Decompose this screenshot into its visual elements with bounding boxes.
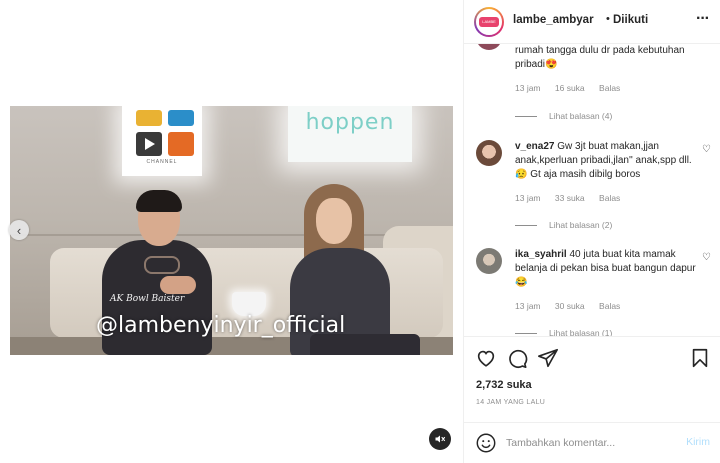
more-horizontal-icon[interactable]: ··· [696,10,710,28]
commenter-avatar[interactable] [476,44,502,50]
author-username[interactable]: lambe_ambyar [513,14,594,26]
comment-text: rumah tangga dulu dr pada kebutuhan prib… [515,45,685,70]
speaker-muted-icon [435,435,446,443]
neon-sign: hoppen [288,106,412,162]
comment-body: ika_syahril 40 juta buat kita mamak bela… [515,248,701,290]
view-replies-button[interactable]: Lihat balasan (4) [515,111,612,121]
post-comment-button[interactable]: Kirim [686,436,710,448]
comments-list[interactable]: rumah tangga dulu dr pada kebutuhan prib… [464,44,720,336]
replies-divider [515,224,537,226]
comment-like-button[interactable]: ♡ [702,144,711,155]
comment-likes[interactable]: 30 suka [555,301,585,311]
view-replies-button[interactable]: Lihat balasan (2) [515,220,612,230]
comment-input[interactable] [506,431,676,455]
replies-divider [515,332,537,334]
view-replies-label: Lihat balasan (1) [549,328,613,336]
emoji-icon[interactable] [475,432,497,454]
add-comment-bar: Kirim [464,422,720,463]
host-man-hands [160,276,196,294]
avatar-logo: LAMBE [479,17,499,27]
neon-sign-text: hoppen [305,110,395,135]
comment-meta: 13 jam 33 suka Balas [515,193,632,203]
comment-reply-button[interactable]: Balas [599,193,620,203]
post-timestamp[interactable]: 14 JAM YANG LALU [476,399,545,406]
commenter-avatar[interactable] [476,140,502,166]
video-signature: AK Bowl Baister [110,294,185,304]
logo-caption: CHANNEL [146,159,178,165]
heart-outline-icon: ♡ [702,144,711,155]
comment-likes[interactable]: 16 suka [555,83,585,93]
post-media-pane: CHANNEL hoppen AK Bowl Baister @lambenyi… [0,0,463,463]
post-header: LAMBE lambe_ambyar • Diikuti ··· [464,0,720,44]
commenter-avatar[interactable] [476,248,502,274]
video-watermark: @lambenyinyir_official [96,313,346,338]
comment-username[interactable]: v_ena27 [515,141,554,152]
comment-time: 13 jam [515,301,541,311]
comment-reply-button[interactable]: Balas [599,301,620,311]
heart-outline-icon: ♡ [702,252,711,263]
guest-woman-face [316,198,352,244]
comment-time: 13 jam [515,83,541,93]
comment-time: 13 jam [515,193,541,203]
share-icon[interactable] [537,347,559,369]
comment-meta: 13 jam 30 suka Balas [515,301,632,311]
comment-likes[interactable]: 33 suka [555,193,585,203]
header-separator: • [606,13,610,25]
host-man-hair [136,190,182,212]
chevron-left-icon: ‹ [16,222,22,238]
host-shirt-print [144,256,180,274]
logo-tile-m [136,110,162,126]
comment-icon[interactable] [506,347,528,369]
follow-status-button[interactable]: Diikuti [613,14,648,26]
logo-tile-play [136,132,162,156]
channel-logo: CHANNEL [122,106,202,176]
comment-body: v_ena27 Gw 3jt buat makan,jjan anak,kper… [515,140,701,182]
view-replies-label: Lihat balasan (2) [549,220,613,230]
logo-tile-p [168,132,194,156]
bookmark-icon[interactable] [689,347,711,369]
post-video[interactable]: CHANNEL hoppen AK Bowl Baister @lambenyi… [10,106,453,355]
comment-meta: 13 jam 16 suka Balas [515,83,632,93]
carousel-prev-button[interactable]: ‹ [9,220,29,240]
post-side-panel: LAMBE lambe_ambyar • Diikuti ··· rumah t… [463,0,720,463]
mute-toggle-button[interactable] [429,428,451,450]
comment-reply-button[interactable]: Balas [599,83,620,93]
heart-icon[interactable] [475,347,497,369]
like-count[interactable]: 2,732 suka [476,379,532,391]
view-replies-button[interactable]: Lihat balasan (1) [515,328,612,336]
comment-like-button[interactable]: ♡ [702,252,711,263]
comment-username[interactable]: ika_syahril [515,249,567,260]
logo-tile-o [168,110,194,126]
post-actions: 2,732 suka 14 JAM YANG LALU [464,336,720,422]
replies-divider [515,115,537,117]
view-replies-label: Lihat balasan (4) [549,111,613,121]
author-avatar[interactable]: LAMBE [474,7,504,37]
